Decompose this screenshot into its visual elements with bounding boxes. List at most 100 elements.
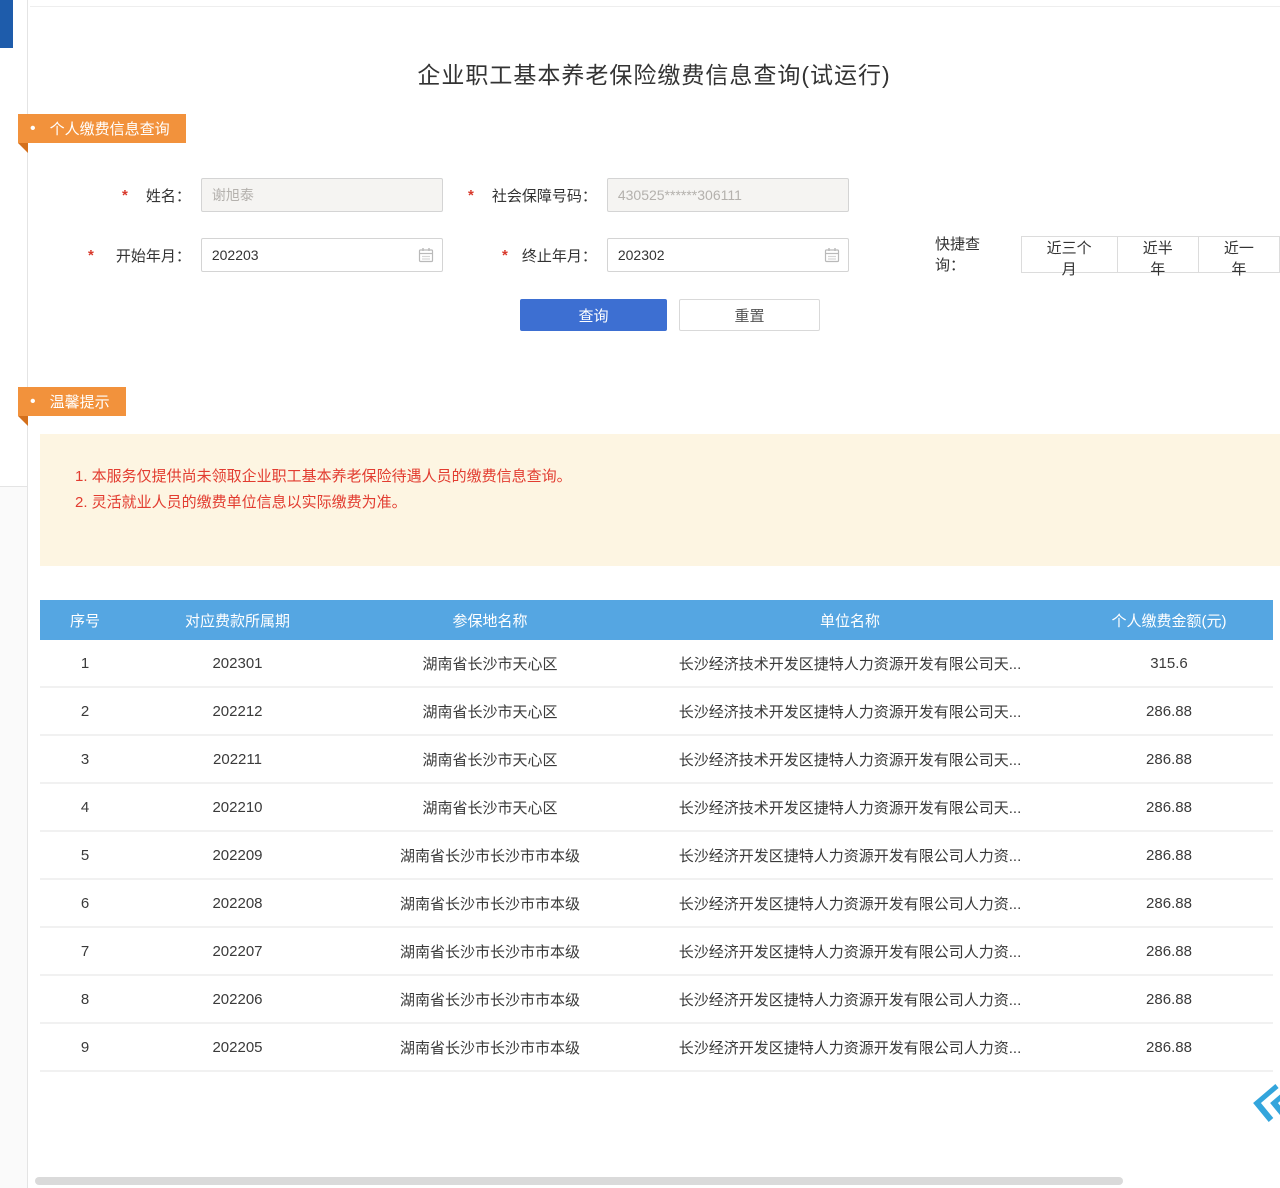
- table-row: 4 202210 湖南省长沙市天心区 长沙经济技术开发区捷特人力资源开发有限公司…: [40, 784, 1273, 832]
- cell-index: 1: [40, 655, 130, 672]
- table-row: 8 202206 湖南省长沙市长沙市市本级 长沙经济开发区捷特人力资源开发有限公…: [40, 976, 1273, 1024]
- required-mark: *: [88, 247, 94, 264]
- cell-amount: 286.88: [1065, 895, 1273, 912]
- section-badge-notice: • 温馨提示: [18, 387, 126, 416]
- cell-unit: 长沙经济开发区捷特人力资源开发有限公司人力资...: [635, 1037, 1065, 1058]
- quick-query-half-year-button[interactable]: 近半年: [1117, 236, 1199, 273]
- header-period: 对应费款所属期: [130, 610, 345, 631]
- header-region: 参保地名称: [345, 610, 635, 631]
- ssn-label: 社会保障号码：: [479, 185, 597, 206]
- end-month-label: 终止年月：: [513, 245, 597, 266]
- table-row: 1 202301 湖南省长沙市天心区 长沙经济技术开发区捷特人力资源开发有限公司…: [40, 640, 1273, 688]
- horizontal-scrollbar[interactable]: [35, 1177, 1123, 1185]
- cell-unit: 长沙经济开发区捷特人力资源开发有限公司人力资...: [635, 941, 1065, 962]
- collapse-double-chevron-icon[interactable]: [1246, 1083, 1280, 1123]
- quick-query-group: 快捷查询： 近三个月 近半年 近一年: [935, 237, 1280, 271]
- cell-period: 202205: [130, 1039, 345, 1056]
- cell-unit: 长沙经济技术开发区捷特人力资源开发有限公司天...: [635, 749, 1065, 770]
- end-month-input[interactable]: [607, 238, 849, 272]
- cell-region: 湖南省长沙市长沙市市本级: [345, 845, 635, 866]
- cell-index: 3: [40, 751, 130, 768]
- reset-button[interactable]: 重置: [679, 299, 820, 331]
- cell-period: 202211: [130, 751, 345, 768]
- cell-unit: 长沙经济开发区捷特人力资源开发有限公司人力资...: [635, 893, 1065, 914]
- required-mark: *: [122, 187, 128, 204]
- cell-period: 202206: [130, 991, 345, 1008]
- cell-amount: 286.88: [1065, 1039, 1273, 1056]
- cell-unit: 长沙经济技术开发区捷特人力资源开发有限公司天...: [635, 797, 1065, 818]
- calendar-icon[interactable]: [418, 247, 434, 263]
- name-input[interactable]: [201, 178, 443, 212]
- ssn-input[interactable]: [607, 178, 849, 212]
- cell-unit: 长沙经济开发区捷特人力资源开发有限公司人力资...: [635, 989, 1065, 1010]
- cell-amount: 286.88: [1065, 751, 1273, 768]
- badge-bullet-icon: •: [30, 121, 36, 137]
- cell-index: 9: [40, 1039, 130, 1056]
- calendar-icon[interactable]: [824, 247, 840, 263]
- quick-query-one-year-button[interactable]: 近一年: [1198, 236, 1280, 273]
- notice-line-1: 1. 本服务仅提供尚未领取企业职工基本养老保险待遇人员的缴费信息查询。: [75, 464, 1280, 490]
- table-row: 2 202212 湖南省长沙市天心区 长沙经济技术开发区捷特人力资源开发有限公司…: [40, 688, 1273, 736]
- field-group-ssn: * 社会保障号码：: [468, 178, 849, 212]
- cell-amount: 286.88: [1065, 943, 1273, 960]
- cell-region: 湖南省长沙市长沙市市本级: [345, 1037, 635, 1058]
- header-unit: 单位名称: [635, 610, 1065, 631]
- cell-index: 7: [40, 943, 130, 960]
- badge-bullet-icon: •: [30, 394, 36, 410]
- results-table: 序号 对应费款所属期 参保地名称 单位名称 个人缴费金额(元) 1 202301…: [40, 600, 1273, 1072]
- cell-index: 2: [40, 703, 130, 720]
- table-row: 3 202211 湖南省长沙市天心区 长沙经济技术开发区捷特人力资源开发有限公司…: [40, 736, 1273, 784]
- cell-index: 6: [40, 895, 130, 912]
- required-mark: *: [468, 187, 474, 204]
- cell-region: 湖南省长沙市天心区: [345, 749, 635, 770]
- start-month-label: 开始年月：: [99, 245, 191, 266]
- section-badge-query: • 个人缴费信息查询: [18, 114, 186, 143]
- cell-period: 202210: [130, 799, 345, 816]
- page-title: 企业职工基本养老保险缴费信息查询(试运行): [28, 56, 1280, 90]
- cell-index: 8: [40, 991, 130, 1008]
- cell-period: 202301: [130, 655, 345, 672]
- query-button[interactable]: 查询: [520, 299, 667, 331]
- cell-unit: 长沙经济技术开发区捷特人力资源开发有限公司天...: [635, 701, 1065, 722]
- cell-region: 湖南省长沙市天心区: [345, 653, 635, 674]
- field-group-end-month: * 终止年月：: [502, 238, 849, 272]
- table-body: 1 202301 湖南省长沙市天心区 长沙经济技术开发区捷特人力资源开发有限公司…: [40, 640, 1273, 1072]
- cell-amount: 315.6: [1065, 655, 1273, 672]
- cell-amount: 286.88: [1065, 799, 1273, 816]
- notice-line-2: 2. 灵活就业人员的缴费单位信息以实际缴费为准。: [75, 490, 1280, 516]
- section-badge-notice-label: 温馨提示: [50, 391, 110, 412]
- cell-region: 湖南省长沙市天心区: [345, 701, 635, 722]
- cell-region: 湖南省长沙市长沙市市本级: [345, 893, 635, 914]
- cell-region: 湖南省长沙市天心区: [345, 797, 635, 818]
- header-amount: 个人缴费金额(元): [1065, 610, 1273, 631]
- cell-unit: 长沙经济技术开发区捷特人力资源开发有限公司天...: [635, 653, 1065, 674]
- cell-period: 202212: [130, 703, 345, 720]
- cell-unit: 长沙经济开发区捷特人力资源开发有限公司人力资...: [635, 845, 1065, 866]
- cell-amount: 286.88: [1065, 991, 1273, 1008]
- cell-period: 202207: [130, 943, 345, 960]
- field-group-name: * 姓名：: [122, 178, 443, 212]
- cell-period: 202208: [130, 895, 345, 912]
- cell-amount: 286.88: [1065, 847, 1273, 864]
- section-badge-query-label: 个人缴费信息查询: [50, 118, 170, 139]
- cell-region: 湖南省长沙市长沙市市本级: [345, 941, 635, 962]
- field-group-start-month: * 开始年月：: [88, 238, 443, 272]
- table-header-row: 序号 对应费款所属期 参保地名称 单位名称 个人缴费金额(元): [40, 600, 1273, 640]
- cell-amount: 286.88: [1065, 703, 1273, 720]
- quick-query-label: 快捷查询：: [935, 233, 1009, 275]
- table-row: 7 202207 湖南省长沙市长沙市市本级 长沙经济开发区捷特人力资源开发有限公…: [40, 928, 1273, 976]
- card-top-border: [30, 6, 1280, 7]
- name-label: 姓名：: [133, 185, 191, 206]
- cell-index: 4: [40, 799, 130, 816]
- quick-query-last-3-months-button[interactable]: 近三个月: [1021, 236, 1118, 273]
- header-index: 序号: [40, 610, 130, 631]
- notice-box: 1. 本服务仅提供尚未领取企业职工基本养老保险待遇人员的缴费信息查询。 2. 灵…: [40, 434, 1280, 566]
- cell-period: 202209: [130, 847, 345, 864]
- cell-index: 5: [40, 847, 130, 864]
- sidebar-active-nav-indicator[interactable]: [0, 0, 13, 48]
- table-row: 5 202209 湖南省长沙市长沙市市本级 长沙经济开发区捷特人力资源开发有限公…: [40, 832, 1273, 880]
- table-row: 6 202208 湖南省长沙市长沙市市本级 长沙经济开发区捷特人力资源开发有限公…: [40, 880, 1273, 928]
- start-month-input[interactable]: [201, 238, 443, 272]
- table-row: 9 202205 湖南省长沙市长沙市市本级 长沙经济开发区捷特人力资源开发有限公…: [40, 1024, 1273, 1072]
- required-mark: *: [502, 247, 508, 264]
